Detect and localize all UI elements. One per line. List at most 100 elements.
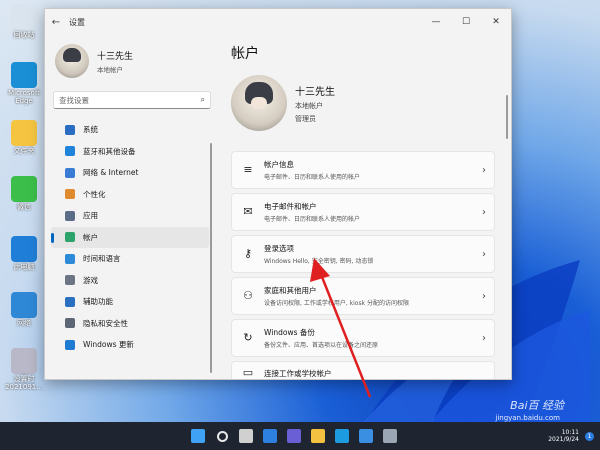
card-subtitle: 电子邮件、日历和联系人使用的帐户 [264, 216, 361, 223]
gamepad-icon [65, 275, 75, 286]
taskbar-button[interactable] [234, 422, 258, 450]
settings-card[interactable]: ⚷ 登录选项 Windows Hello, 安全密钥, 密码, 动态锁 › [231, 235, 495, 273]
settings-card[interactable]: ⚇ 家庭和其他用户 设备访问权限, 工作或学校用户, kiosk 分配的访问权限 › [231, 277, 495, 315]
sidebar-profile[interactable]: 十三先生 本地帐户 [45, 35, 215, 81]
desktop-icon-label: 微信 [17, 203, 31, 211]
sidebar-item[interactable]: 帐户 [51, 226, 209, 248]
accessibility-icon [65, 296, 75, 307]
desktop-icon[interactable]: 回收站 [2, 4, 46, 40]
desktop-icon-label: 文件夹 [13, 147, 35, 155]
window-title: 设置 [69, 17, 85, 27]
family-icon: ⚇ [243, 289, 253, 302]
sidebar-item[interactable]: 时间和语言 [51, 248, 209, 270]
search-icon [216, 430, 228, 442]
sidebar-item[interactable]: 隐私和安全性 [51, 313, 209, 335]
sidebar-item-label: 系统 [83, 125, 98, 135]
taskbar-button[interactable] [186, 422, 210, 450]
card-subtitle: Windows Hello, 安全密钥, 密码, 动态锁 [264, 258, 374, 265]
title-bar: ← 设置 — ☐ ✕ [45, 9, 511, 35]
wifi-icon [65, 167, 75, 178]
desktop-icon[interactable]: 网络 [2, 292, 46, 328]
sidebar-item-label: 帐户 [83, 232, 98, 242]
folder-icon [11, 120, 37, 146]
sidebar: 十三先生 本地帐户 查找设置 ⌕ 系统蓝牙和其他设备 网络 & Internet 个… [45, 35, 215, 379]
account-info-icon: ≡ [243, 163, 253, 176]
sidebar-item[interactable]: 游戏 [51, 270, 209, 292]
notification-badge[interactable]: 1 [585, 431, 594, 441]
account-avatar [231, 75, 287, 131]
back-button[interactable]: ← [45, 17, 67, 28]
widgets-icon [263, 429, 277, 443]
profile-type: 本地帐户 [97, 65, 123, 74]
briefcase-icon: ▭ [242, 366, 254, 379]
bluetooth-icon [65, 146, 75, 157]
taskbar-button[interactable] [378, 422, 402, 450]
sidebar-item[interactable]: 辅助功能 [51, 291, 209, 313]
card-title: Windows 备份 [264, 328, 315, 337]
close-button[interactable]: ✕ [481, 17, 511, 27]
card-subtitle: 设备访问权限, 工作或学校用户, kiosk 分配的访问权限 [264, 300, 409, 307]
search-placeholder: 查找设置 [59, 95, 89, 105]
sidebar-item[interactable]: 系统 [51, 119, 209, 141]
taskbar-button[interactable] [330, 422, 354, 450]
account-header: 十三先生 本地帐户 管理员 [231, 75, 511, 131]
desktop-icon[interactable]: 此电脑 [2, 236, 46, 272]
card-subtitle: 电子邮件、日历和联系人使用的帐户 [264, 174, 361, 181]
chevron-right-icon: › [482, 290, 486, 302]
taskbar-button[interactable] [210, 422, 234, 450]
wechat-icon [11, 176, 37, 202]
minimize-button[interactable]: — [421, 17, 451, 27]
system-tray: 10:11 2021/9/24 1 [548, 422, 594, 450]
settings-cards: ≡ 帐户信息 电子邮件、日历和联系人使用的帐户 › ✉ 电子邮件和帐户 电子邮件、日历和联系… [231, 151, 495, 379]
card-subtitle: 备份文件、应用、首选项以在设备之间还原 [264, 342, 379, 349]
system-icon [65, 124, 75, 135]
sidebar-item-label: 个性化 [83, 189, 106, 199]
taskbar: 10:11 2021/9/24 1 [0, 422, 600, 450]
file-explorer-icon [311, 429, 325, 443]
clock[interactable]: 10:11 2021/9/24 [548, 429, 579, 443]
desktop-icon[interactable]: 微信 [2, 176, 46, 212]
page-title: 帐户 [231, 46, 259, 62]
desktop-icon-label: Microsoft Edge [8, 89, 40, 105]
taskbar-button[interactable] [354, 422, 378, 450]
sidebar-item[interactable]: 应用 [51, 205, 209, 227]
task-view-icon [239, 429, 253, 443]
sidebar-item[interactable]: 蓝牙和其他设备 [51, 141, 209, 163]
maximize-button[interactable]: ☐ [451, 17, 481, 27]
chevron-right-icon: › [482, 164, 486, 176]
network-icon [11, 292, 37, 318]
sidebar-item[interactable]: Windows 更新 [51, 334, 209, 356]
key-icon: ⚷ [243, 247, 253, 260]
file-icon [11, 348, 37, 374]
profile-name: 十三先生 [97, 51, 134, 62]
account-type: 本地帐户 [295, 101, 323, 110]
desktop-icon[interactable]: 设置时 2021091... [2, 348, 46, 391]
settings-card[interactable]: ≡ 帐户信息电子邮件、日历和联系人使用的帐户 › [231, 151, 495, 189]
search-input[interactable]: 查找设置 ⌕ [53, 91, 211, 109]
windows-start-icon [191, 429, 205, 443]
taskbar-button[interactable] [306, 422, 330, 450]
taskbar-button[interactable] [258, 422, 282, 450]
sidebar-scrollbar[interactable] [210, 143, 212, 373]
apps-icon [65, 210, 75, 221]
edge-icon [11, 62, 37, 88]
desktop-icon[interactable]: 文件夹 [2, 120, 46, 156]
settings-card[interactable]: ↻ Windows 备份 备份文件、应用、首选项以在设备之间还原 › [231, 319, 495, 357]
watermark-url: jingyan.baidu.com [495, 414, 560, 422]
sidebar-item-label: 辅助功能 [83, 297, 113, 307]
desktop-icon[interactable]: Microsoft Edge [2, 62, 46, 105]
sidebar-item[interactable]: 网络 & Internet [51, 162, 209, 184]
main-scrollbar[interactable] [506, 95, 508, 139]
settings-gear-icon [383, 429, 397, 443]
sidebar-item[interactable]: 个性化 [51, 184, 209, 206]
chevron-right-icon: › [482, 206, 486, 218]
taskbar-button[interactable] [282, 422, 306, 450]
search-icon: ⌕ [200, 95, 205, 104]
store-icon [359, 429, 373, 443]
chevron-right-icon: › [482, 248, 486, 260]
sidebar-item-label: Windows 更新 [83, 340, 134, 350]
settings-card[interactable]: ✉ 电子邮件和帐户 电子邮件、日历和联系人使用的帐户 › [231, 193, 495, 231]
card-title: 帐户信息 [264, 160, 294, 169]
card-title: 登录选项 [264, 244, 294, 253]
settings-card[interactable]: ▭ 连接工作或学校帐户 [231, 361, 495, 379]
